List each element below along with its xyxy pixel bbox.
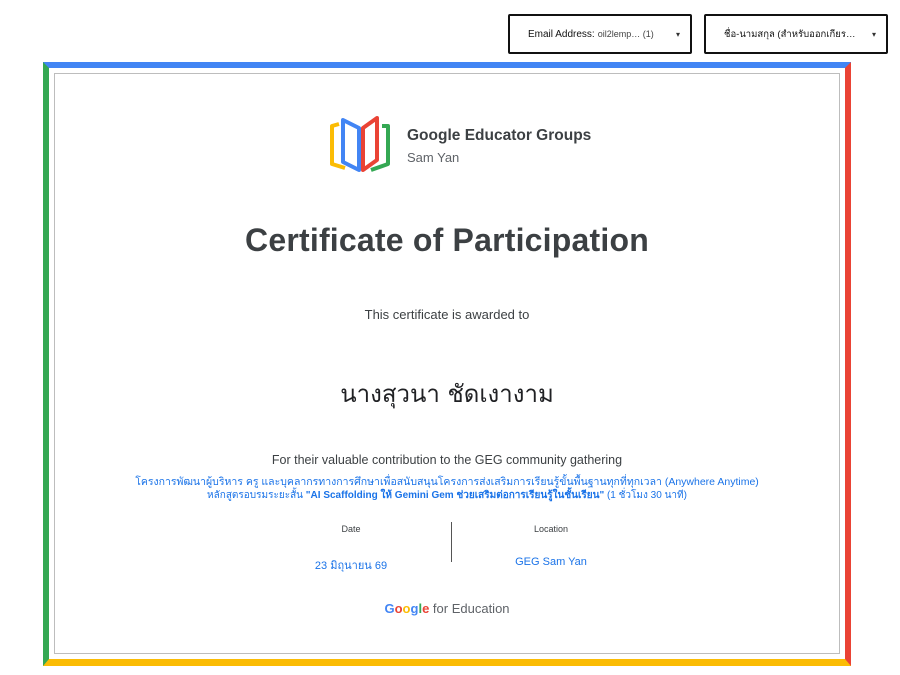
course-prefix: หลักสูตรอบรมระยะสั้น — [207, 490, 306, 501]
fullname-dropdown[interactable]: ชื่อ-นามสกุล (สำหรับออกเกียร… ▾ — [704, 14, 888, 54]
email-address-dropdown[interactable]: Email Address: oil2lemp… (1) ▾ — [508, 14, 692, 54]
project-description: โครงการพัฒนาผู้บริหาร ครู และบุคลากรทางก… — [55, 476, 839, 502]
email-address-value: oil2lemp… (1) — [597, 29, 654, 39]
certificate-inner-frame: Google Educator Groups Sam Yan Certifica… — [54, 73, 840, 654]
meta-divider — [451, 522, 452, 562]
google-for-education-logo: Google for Education — [55, 601, 839, 616]
recipient-name: นางสุวนา ชัดเงางาม — [340, 380, 554, 408]
course-duration: (1 ชั่วโมง 30 นาที) — [604, 490, 687, 501]
google-wordmark: Google — [384, 601, 430, 616]
dropdown-caret-icon: ▾ — [675, 29, 680, 39]
open-book-icon — [330, 116, 390, 172]
certificate-title: Certificate of Participation — [245, 222, 649, 258]
project-line: โครงการพัฒนาผู้บริหาร ครู และบุคลากรทางก… — [135, 476, 759, 488]
fullname-label: ชื่อ-นามสกุล (สำหรับออกเกียร… — [724, 28, 856, 40]
for-education-text: for Education — [429, 601, 510, 616]
org-name: Google Educator Groups — [407, 127, 592, 144]
location-value: GEG Sam Yan — [515, 556, 587, 568]
date-label: Date — [341, 524, 361, 534]
org-chapter: Sam Yan — [407, 150, 460, 165]
location-label: Location — [533, 524, 569, 534]
contribution-text: For their valuable contribution to the G… — [271, 453, 623, 467]
geg-logo: Google Educator Groups Sam Yan — [327, 116, 591, 176]
course-name: "AI Scaffolding ให้ Gemini Gem ช่วยเสริม… — [305, 490, 605, 501]
certificate: Google Educator Groups Sam Yan Certifica… — [43, 62, 851, 666]
email-address-label: Email Address: — [528, 28, 595, 40]
date-value: 23 มิถุนายน 69 — [314, 560, 388, 572]
course-line: หลักสูตรอบรมระยะสั้น "AI Scaffolding ให้… — [55, 489, 839, 502]
dropdown-caret-icon: ▾ — [871, 29, 876, 39]
awarded-text: This certificate is awarded to — [364, 307, 530, 322]
